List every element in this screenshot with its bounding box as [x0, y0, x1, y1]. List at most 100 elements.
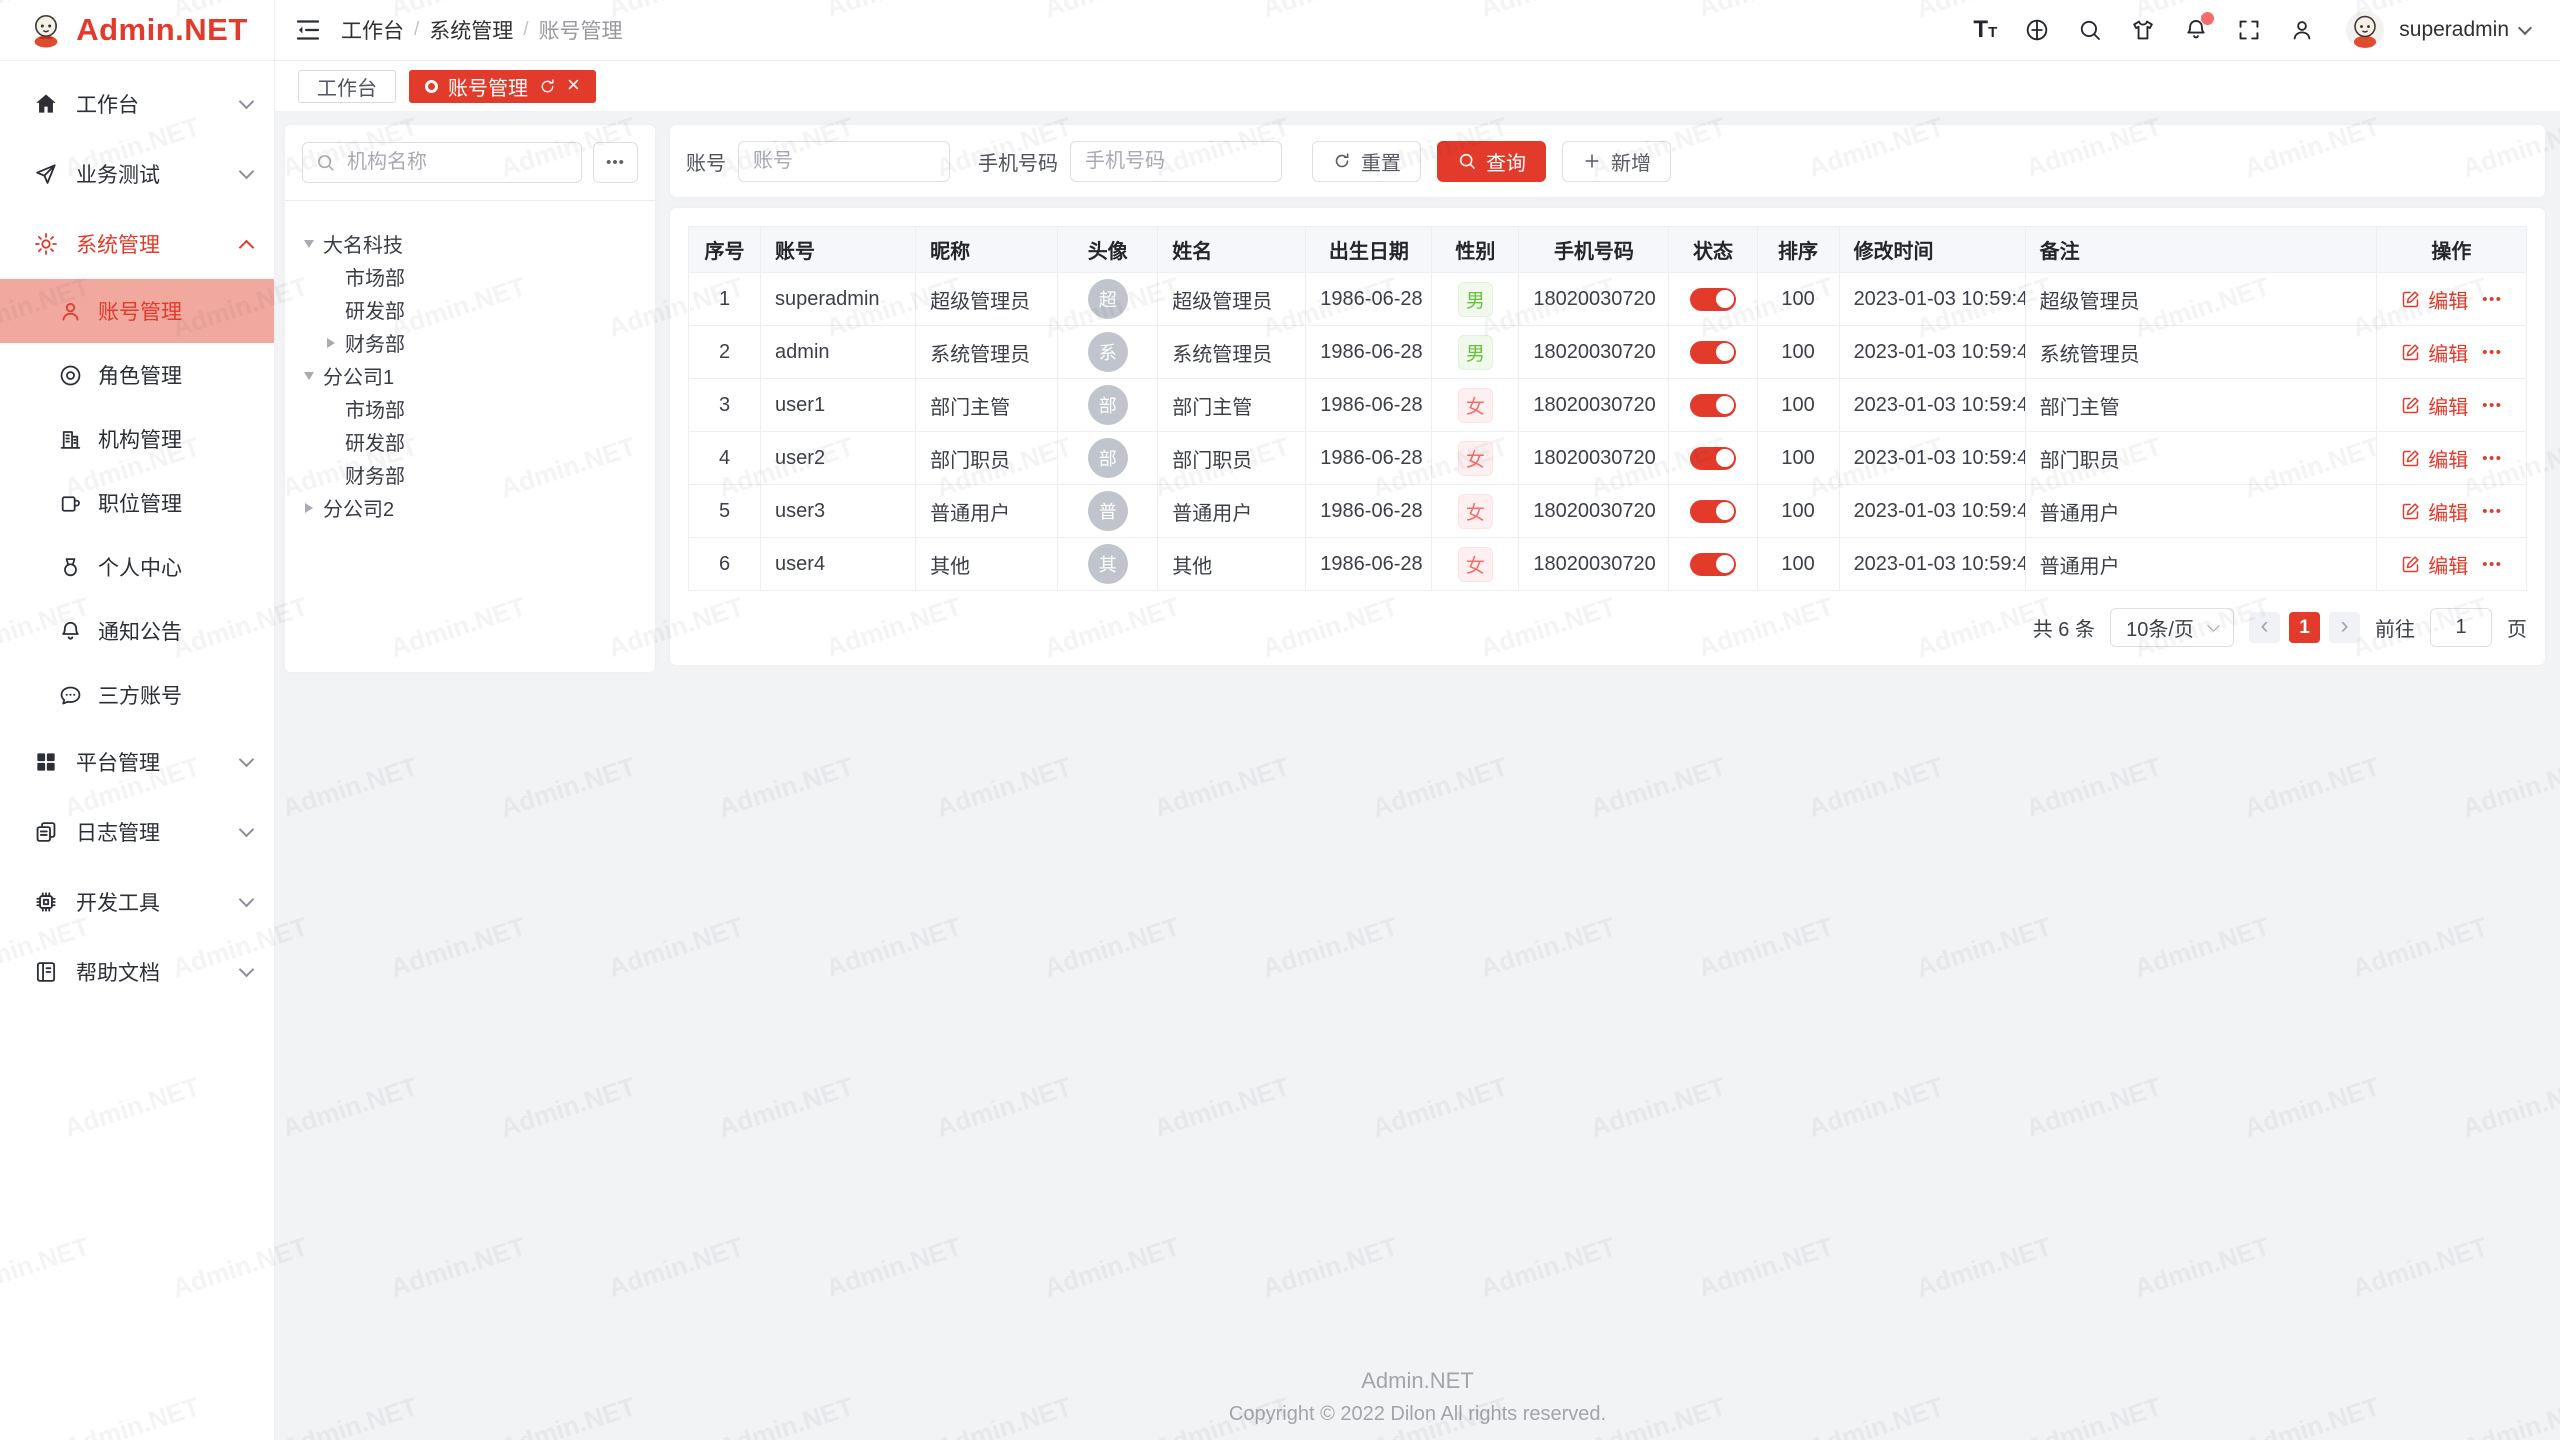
status-toggle[interactable]: [1690, 341, 1736, 364]
goto-page-input[interactable]: [2430, 608, 2492, 647]
tab[interactable]: 工作台: [298, 70, 396, 103]
org-search-input[interactable]: [345, 150, 569, 175]
sidebar-item-home[interactable]: 工作台: [0, 69, 274, 139]
tree-node[interactable]: 财务部: [301, 458, 639, 491]
table-row: 1 superadmin 超级管理员 超 超级管理员 1986-06-28 男 …: [689, 273, 2527, 326]
caret-down-icon[interactable]: [301, 368, 317, 384]
status-toggle[interactable]: [1690, 394, 1736, 417]
sidebar-item-logs[interactable]: 日志管理: [0, 797, 274, 867]
sidebar-subitem-user[interactable]: 账号管理: [0, 279, 274, 343]
edit-button[interactable]: 编辑: [2400, 391, 2468, 420]
edit-icon: [2400, 448, 2421, 469]
phone-input[interactable]: [1070, 141, 1282, 182]
cell-actions: 编辑 •••: [2376, 379, 2526, 432]
edit-button[interactable]: 编辑: [2400, 497, 2468, 526]
cell-phone: 18020030720: [1519, 538, 1669, 591]
chevron-down-icon[interactable]: [2518, 21, 2532, 35]
cell-account: user1: [761, 379, 916, 432]
logo[interactable]: Admin.NET: [0, 0, 274, 61]
tree-node[interactable]: 分公司1: [301, 359, 639, 392]
avatar: 其: [1088, 544, 1128, 584]
cell-gender: 男: [1432, 326, 1519, 379]
next-page-button[interactable]: ›: [2329, 612, 2360, 643]
collapse-sidebar-icon[interactable]: [293, 15, 323, 45]
user-avatar[interactable]: [2346, 11, 2384, 49]
sidebar-subitem-position[interactable]: 职位管理: [0, 471, 274, 535]
tree-node-label: 财务部: [345, 328, 405, 357]
cell-birthdate: 1986-06-28: [1306, 273, 1432, 326]
search-button[interactable]: 查询: [1437, 141, 1546, 182]
tree-node[interactable]: 研发部: [301, 425, 639, 458]
status-toggle[interactable]: [1690, 288, 1736, 311]
sidebar-subitem-bell[interactable]: 通知公告: [0, 599, 274, 663]
username[interactable]: superadmin: [2399, 18, 2509, 42]
tree-node[interactable]: 大名科技: [301, 227, 639, 260]
bell-icon: [58, 619, 83, 644]
caret-right-icon[interactable]: [323, 335, 339, 351]
prev-page-button[interactable]: ‹: [2249, 612, 2280, 643]
profile-person-icon[interactable]: [2289, 17, 2315, 43]
tab-active[interactable]: 账号管理 ×: [409, 70, 596, 103]
more-actions-button[interactable]: •••: [2482, 397, 2502, 414]
caret-down-icon[interactable]: [301, 236, 317, 252]
theme-shirt-icon[interactable]: [2130, 17, 2156, 43]
sidebar-item-label: 日志管理: [76, 817, 241, 847]
sidebar-subitem-chat[interactable]: 三方账号: [0, 663, 274, 727]
status-toggle[interactable]: [1690, 447, 1736, 470]
sidebar-item-label: 系统管理: [76, 229, 241, 259]
more-actions-button[interactable]: •••: [2482, 344, 2502, 361]
status-toggle[interactable]: [1690, 500, 1736, 523]
tab-close-icon[interactable]: ×: [567, 74, 580, 96]
sidebar-subitem-profile[interactable]: 个人中心: [0, 535, 274, 599]
tab-refresh-icon[interactable]: [538, 77, 557, 96]
gender-badge: 女: [1458, 441, 1493, 476]
sidebar-subitem-label: 角色管理: [98, 360, 274, 390]
tree-node[interactable]: 市场部: [301, 392, 639, 425]
tree-node[interactable]: 研发部: [301, 293, 639, 326]
reset-button[interactable]: 重置: [1312, 141, 1421, 182]
more-actions-button[interactable]: •••: [2482, 450, 2502, 467]
status-toggle[interactable]: [1690, 553, 1736, 576]
org-more-button[interactable]: •••: [593, 142, 638, 183]
account-input[interactable]: [738, 141, 950, 182]
tree-node[interactable]: 财务部: [301, 326, 639, 359]
sidebar-item-label: 开发工具: [76, 887, 241, 917]
font-size-icon[interactable]: TT: [1973, 18, 1997, 42]
edit-icon: [2400, 342, 2421, 363]
current-page[interactable]: 1: [2289, 612, 2320, 643]
edit-button[interactable]: 编辑: [2400, 444, 2468, 473]
role-icon: [58, 363, 83, 388]
sidebar-subitem-org[interactable]: 机构管理: [0, 407, 274, 471]
logs-icon: [33, 819, 59, 845]
edit-button[interactable]: 编辑: [2400, 285, 2468, 314]
caret-right-icon[interactable]: [301, 500, 317, 516]
sidebar-item-gear[interactable]: 系统管理: [0, 209, 274, 279]
more-actions-button[interactable]: •••: [2482, 556, 2502, 573]
cell-birthdate: 1986-06-28: [1306, 326, 1432, 379]
cell-modified: 2023-01-03 10:59:44: [1839, 538, 2025, 591]
language-icon[interactable]: [2024, 17, 2050, 43]
fullscreen-icon[interactable]: [2236, 17, 2262, 43]
notification-bell-icon[interactable]: [2183, 17, 2209, 43]
more-actions-button[interactable]: •••: [2482, 503, 2502, 520]
edit-button[interactable]: 编辑: [2400, 550, 2468, 579]
add-button[interactable]: 新增: [1562, 141, 1671, 182]
page-size-select[interactable]: 10条/页: [2110, 608, 2234, 647]
sidebar-item-chip[interactable]: 开发工具: [0, 867, 274, 937]
tab-label: 账号管理: [448, 72, 528, 101]
edit-button[interactable]: 编辑: [2400, 338, 2468, 367]
search-icon[interactable]: [2077, 17, 2103, 43]
column-header: 昵称: [916, 227, 1058, 273]
breadcrumb-item[interactable]: 系统管理: [429, 15, 513, 45]
column-header: 状态: [1669, 227, 1757, 273]
sidebar-item-grid[interactable]: 平台管理: [0, 727, 274, 797]
sidebar-item-doc[interactable]: 帮助文档: [0, 937, 274, 1007]
cell-avatar: 普: [1058, 485, 1158, 538]
breadcrumb-item[interactable]: 工作台: [341, 15, 404, 45]
sidebar-subitem-role[interactable]: 角色管理: [0, 343, 274, 407]
sidebar-item-send[interactable]: 业务测试: [0, 139, 274, 209]
more-actions-button[interactable]: •••: [2482, 291, 2502, 308]
chevron-down-icon: [239, 892, 255, 908]
tree-node[interactable]: 分公司2: [301, 491, 639, 524]
tree-node[interactable]: 市场部: [301, 260, 639, 293]
